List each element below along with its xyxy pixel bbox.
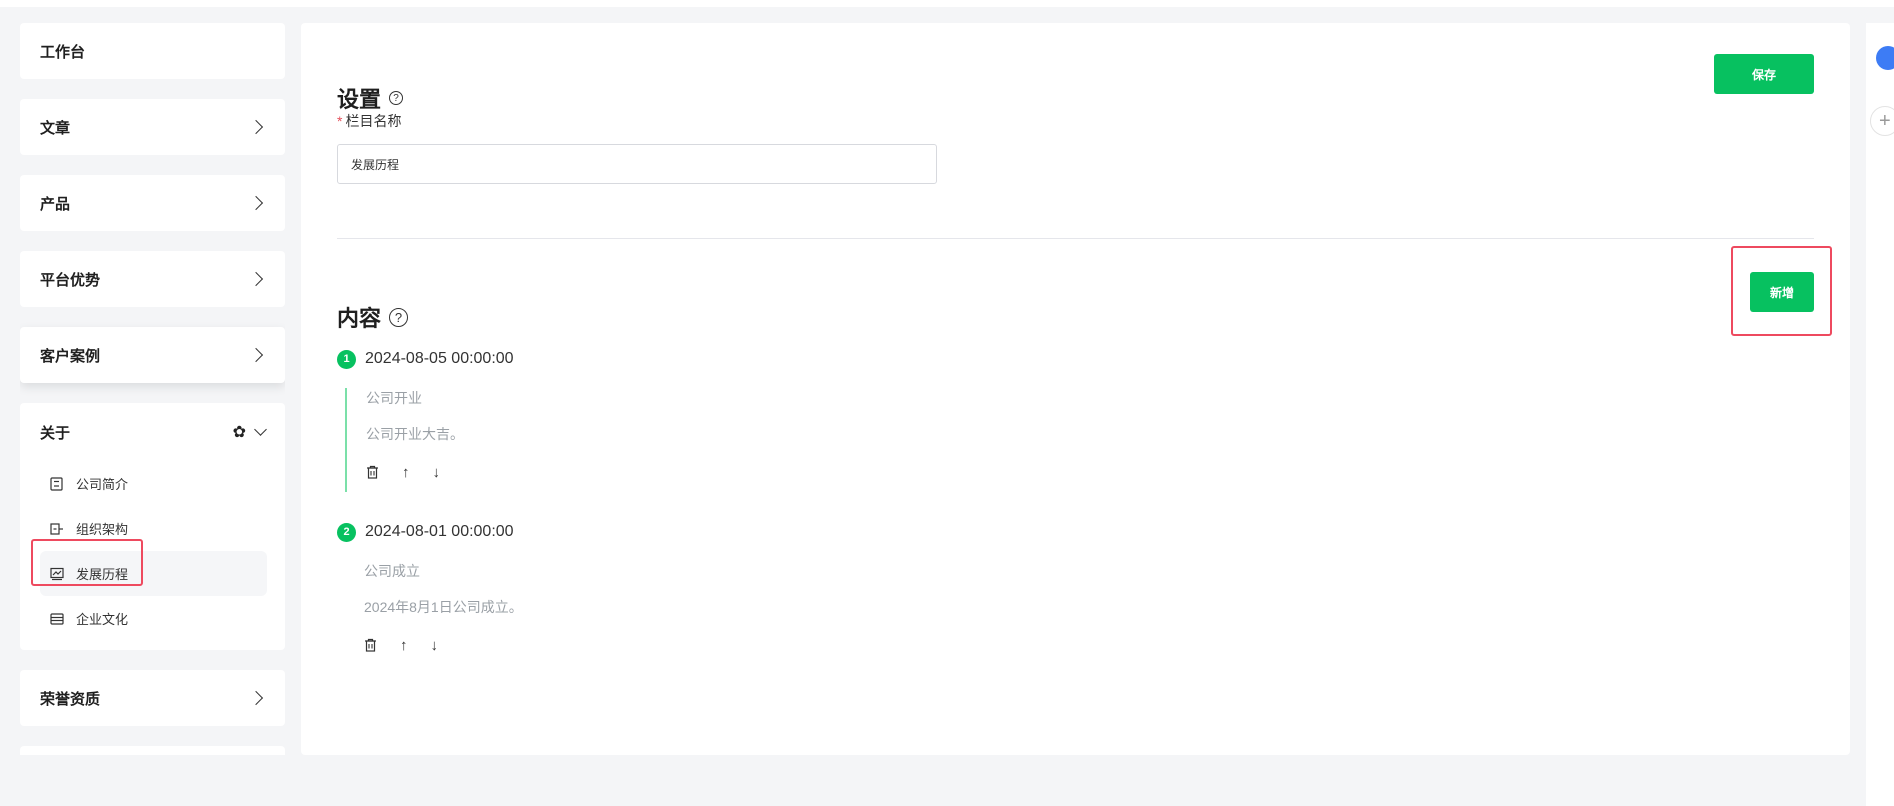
save-button[interactable]: 保存	[1714, 54, 1814, 94]
sidebar-item-label: 平台优势	[40, 271, 101, 289]
sidebar-item-advantages[interactable]: 平台优势	[20, 251, 285, 307]
right-rail	[1866, 23, 1894, 806]
timeline-title: 公司开业	[366, 390, 422, 406]
sidebar-item-label: 产品	[40, 195, 71, 213]
sidebar-subitem-culture[interactable]: 企业文化	[40, 596, 267, 641]
timeline-text: 公司开业大吉。	[366, 426, 464, 442]
timeline-item-body: 公司成立 2024年8月1日公司成立。 ↑ ↓	[345, 561, 745, 665]
timeline-index-badge: 1	[337, 349, 356, 369]
sidebar-subitem-label: 企业文化	[76, 612, 129, 627]
sidebar-item-label: 文章	[40, 119, 71, 137]
settings-title-text: 设置	[337, 87, 382, 112]
timeline-item-header: 2 2024-08-01 00:00:00	[337, 521, 514, 543]
top-bar	[0, 0, 1894, 7]
chevron-down-icon[interactable]	[254, 423, 267, 436]
main-panel: 设置 ? 保存 *栏目名称 内容 ? 新增 1 2024-08-05 00:00…	[301, 23, 1850, 755]
sidebar-group-label: 关于	[40, 424, 71, 442]
sidebar-item-label: 工作台	[40, 43, 86, 61]
sidebar-group-header[interactable]: 关于 ✿	[40, 403, 267, 461]
sidebar-item-honors[interactable]: 荣誉资质	[20, 670, 285, 726]
content-title-text: 内容	[337, 306, 382, 331]
timeline-actions: ↑ ↓	[366, 462, 745, 482]
sidebar-subitem-label: 组织架构	[76, 522, 129, 537]
gear-icon[interactable]: ✿	[233, 422, 246, 442]
field-label-text: 栏目名称	[345, 113, 402, 129]
sidebar-subitem-label: 公司简介	[76, 477, 129, 492]
timeline-title: 公司成立	[364, 563, 420, 579]
timeline-item-header: 1 2024-08-05 00:00:00	[337, 348, 514, 370]
timeline-item-body: 公司开业 公司开业大吉。 ↑ ↓	[345, 388, 745, 492]
chevron-right-icon	[248, 119, 264, 135]
highlight-box	[31, 539, 143, 586]
sidebar-item-articles[interactable]: 文章	[20, 99, 285, 155]
chevron-right-icon	[248, 347, 264, 363]
arrow-down-icon[interactable]: ↓	[433, 464, 441, 481]
timeline-index-badge: 2	[337, 522, 356, 542]
arrow-down-icon[interactable]: ↓	[431, 637, 439, 654]
required-mark: *	[337, 113, 343, 129]
sidebar-group-about: 关于 ✿ 公司简介 组织架构 发展历程 企业文化	[20, 403, 285, 650]
arrow-up-icon[interactable]: ↑	[400, 637, 408, 654]
trash-icon[interactable]	[366, 465, 379, 479]
sidebar-subitem-company-intro[interactable]: 公司简介	[40, 461, 267, 506]
sidebar: 工作台 文章 产品 平台优势 客户案例 关于 ✿ 公司简介 组织架构 发展历程 …	[20, 23, 285, 755]
chat-avatar-icon[interactable]	[1876, 46, 1894, 70]
chevron-right-icon	[248, 271, 264, 287]
content-section-title: 内容 ?	[337, 301, 409, 333]
sidebar-item-partial	[20, 746, 285, 755]
timeline-date: 2024-08-01 00:00:00	[365, 523, 514, 540]
sidebar-item-cases[interactable]: 客户案例	[20, 327, 285, 383]
trash-icon[interactable]	[364, 638, 377, 652]
sidebar-item-products[interactable]: 产品	[20, 175, 285, 231]
org-chart-icon	[50, 522, 64, 536]
plus-icon[interactable]: +	[1870, 106, 1894, 136]
column-name-input[interactable]	[337, 144, 937, 184]
sidebar-item-label: 荣誉资质	[40, 690, 101, 708]
timeline-date: 2024-08-05 00:00:00	[365, 350, 514, 367]
chevron-right-icon	[248, 690, 264, 706]
timeline-text: 2024年8月1日公司成立。	[364, 599, 523, 615]
sidebar-item-workbench[interactable]: 工作台	[20, 23, 285, 79]
settings-section-title: 设置 ?	[337, 82, 404, 114]
bottom-bar	[0, 770, 1866, 806]
field-label: * 栏目名称	[337, 111, 401, 131]
sidebar-item-label: 客户案例	[40, 347, 101, 365]
timeline-actions: ↑ ↓	[364, 635, 745, 655]
section-divider	[337, 238, 1814, 239]
timeline-item: 1 2024-08-05 00:00:00 公司开业 公司开业大吉。 ↑ ↓	[337, 348, 514, 492]
chevron-right-icon	[248, 195, 264, 211]
timeline-item: 2 2024-08-01 00:00:00 公司成立 2024年8月1日公司成立…	[337, 521, 523, 654]
help-circle-icon[interactable]: ?	[389, 307, 409, 327]
culture-icon	[50, 612, 64, 626]
arrow-up-icon[interactable]: ↑	[402, 464, 410, 481]
highlight-box	[1731, 246, 1832, 336]
help-circle-icon[interactable]: ?	[389, 91, 404, 105]
document-icon	[50, 476, 64, 491]
